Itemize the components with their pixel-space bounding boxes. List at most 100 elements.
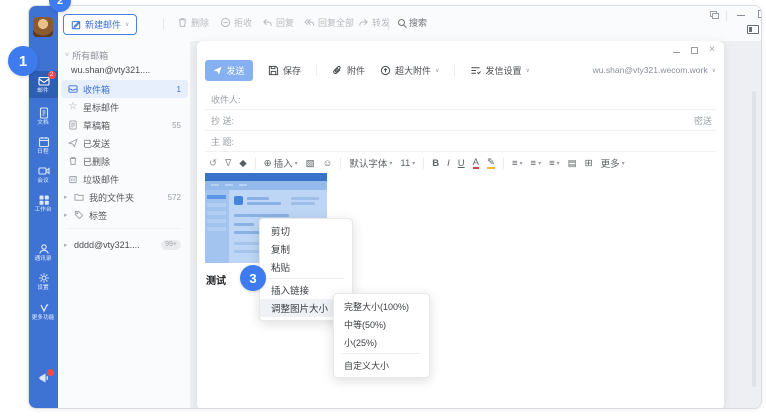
submenu-item-full-size[interactable]: 完整大小(100%) (334, 297, 429, 315)
scrollbar[interactable] (752, 91, 756, 387)
menu-item-cut[interactable]: 剪切 (260, 222, 352, 240)
paperclip-icon (332, 65, 343, 76)
rail-item-calendar[interactable]: 日程 (29, 132, 58, 159)
forward-button[interactable]: 转发 (358, 16, 390, 29)
sidebar-item-deleted[interactable]: 已删除 (61, 152, 188, 170)
send-settings-button[interactable]: 发信设置 ∨ (470, 64, 529, 77)
rail-item-settings[interactable]: 设置 (29, 268, 58, 295)
menu-item-paste[interactable]: 粘贴 (260, 258, 352, 276)
from-account-selector[interactable]: wu.shan@vty321.wecom.work ∨ (593, 65, 716, 75)
bold-button[interactable]: B (432, 158, 439, 169)
font-family-select[interactable]: 默认字体 ▾ (349, 156, 392, 170)
sidebar-item-starred[interactable]: ☆ 星标邮件 (61, 98, 188, 116)
panel-layout-icon[interactable] (747, 25, 759, 34)
subject-field[interactable]: 主 题: (205, 131, 716, 152)
format-painter-button[interactable]: ∇ (225, 158, 231, 169)
sidebar-item-tags[interactable]: ▸ 标签 (61, 206, 188, 224)
maximize-button[interactable] (691, 47, 698, 54)
divider (316, 64, 317, 76)
emoji-button[interactable]: ☺ (323, 158, 333, 169)
large-attachment-button[interactable]: 超大附件 ∨ (380, 64, 439, 77)
attachment-button[interactable]: 附件 (332, 64, 365, 77)
sidebar-item-drafts[interactable]: 草稿箱 55 (61, 116, 188, 134)
reply-button[interactable]: 回复 (262, 16, 294, 29)
editor-toolbar: ↺ ∇ ◆ ⊕ 插入 ▾ ▧ ☺ 默认字体 ▾ (205, 153, 716, 173)
bullet-list-button[interactable]: ≡ ▾ (531, 158, 542, 169)
to-field[interactable]: 收件人: (205, 89, 716, 110)
italic-button[interactable]: I (447, 158, 450, 169)
annotation-step-3: 3 (240, 265, 266, 291)
sidebar-item-inbox[interactable]: 收件箱 1 (61, 80, 188, 98)
rail-item-mail[interactable]: 2 邮件 (29, 71, 58, 98)
divider (340, 158, 341, 169)
maximize-button[interactable] (758, 10, 762, 18)
avatar[interactable] (33, 17, 53, 37)
underline-button[interactable]: U (458, 158, 465, 169)
numbered-list-icon: ≡ (549, 158, 555, 169)
divider (423, 158, 424, 169)
divider (342, 353, 421, 354)
align-button[interactable]: ≡ ▾ (512, 158, 523, 169)
rail-item-docs[interactable]: 文档 (29, 103, 58, 130)
search-button[interactable]: 搜索 (398, 16, 427, 29)
compose-toolbar: 发送 保存 附件 超大附件 ∨ (205, 56, 716, 84)
rail-item-workbench[interactable]: 工作台 (29, 190, 58, 217)
mail-badge: 2 (48, 71, 56, 79)
save-button[interactable]: 保存 (268, 64, 301, 77)
send-button[interactable]: 发送 (205, 60, 253, 81)
reply-all-button[interactable]: 回复全部 (304, 16, 354, 29)
minimize-button[interactable] (737, 15, 745, 16)
insert-icon: ⊕ (264, 158, 272, 169)
more-tools-button[interactable]: 更多 ▾ (601, 156, 625, 170)
bcc-toggle-link[interactable]: 密送 (694, 114, 716, 127)
divider (454, 64, 455, 76)
rail-item-more-features[interactable]: 更多功能 (29, 298, 58, 325)
sidebar-item-sent[interactable]: 已发送 (61, 134, 188, 152)
folder-sidebar: ˅ 所有邮箱 wu.shan@vty321.... 收件箱 1 ☆ 星标邮件 草… (58, 42, 191, 408)
submenu-item-small[interactable]: 小(25%) (334, 333, 429, 351)
rail-item-label: 通讯录 (35, 256, 52, 262)
rail-item-contacts[interactable]: 通讯录 (29, 239, 58, 266)
new-mail-button[interactable]: 新建邮件 ∨ (63, 14, 137, 35)
font-color-button[interactable]: A (473, 158, 479, 169)
sidebar-item-my-folders[interactable]: ▸ 我的文件夹 572 (61, 188, 188, 206)
mailbox-group-header[interactable]: ˅ 所有邮箱 (65, 49, 108, 62)
chevron-down-icon: ▾ (622, 160, 625, 167)
align-icon: ≡ (512, 158, 518, 169)
undo-button[interactable]: ↺ (209, 158, 217, 169)
email-body-text[interactable]: 测试 (206, 272, 226, 287)
delete-button[interactable]: 删除 (177, 16, 209, 29)
cc-field[interactable]: 抄 送: 密送 (205, 110, 716, 131)
reject-button[interactable]: 拒收 (220, 16, 252, 29)
minimize-button[interactable] (673, 52, 680, 53)
send-icon (68, 138, 78, 148)
insert-table-button[interactable]: ⊞ (585, 158, 593, 169)
account-primary[interactable]: wu.shan@vty321.... (71, 65, 150, 75)
font-size-select[interactable]: 11 ▾ (400, 158, 415, 169)
chevron-down-icon: ∨ (435, 67, 439, 74)
trash-icon (177, 17, 188, 28)
rail-item-meeting[interactable]: 会议 (29, 161, 58, 188)
unread-badge: 99+ (161, 240, 181, 250)
sidebar-item-junk[interactable]: 垃圾邮件 (61, 170, 188, 188)
clear-format-button[interactable]: ◆ (239, 158, 246, 169)
close-button[interactable]: × (709, 44, 715, 56)
settings-list-icon (470, 65, 481, 76)
rail-item-announcements[interactable] (29, 364, 58, 391)
submenu-item-custom-size[interactable]: 自定义大小 (334, 356, 429, 374)
restore-window-button[interactable] (710, 11, 719, 19)
insert-image-button[interactable]: ▧ (306, 158, 315, 169)
account-secondary[interactable]: ▸ dddd@vty321.... 99+ (61, 236, 188, 254)
numbered-list-button[interactable]: ≡ ▾ (549, 158, 560, 169)
cc-label: 抄 送: (205, 114, 234, 127)
submenu-item-medium[interactable]: 中等(50%) (334, 315, 429, 333)
quote-button[interactable]: ▤ (568, 158, 577, 169)
insert-menu-button[interactable]: ⊕ 插入 ▾ (264, 156, 298, 170)
menu-item-copy[interactable]: 复制 (260, 240, 352, 258)
chevron-down-icon: ▾ (520, 160, 523, 167)
annotation-step-1: 1 (8, 46, 38, 76)
chevron-down-icon: ∨ (525, 67, 529, 74)
divider (503, 158, 504, 169)
highlight-button[interactable]: ✎ (487, 158, 495, 169)
expand-icon: ▸ (64, 193, 69, 201)
